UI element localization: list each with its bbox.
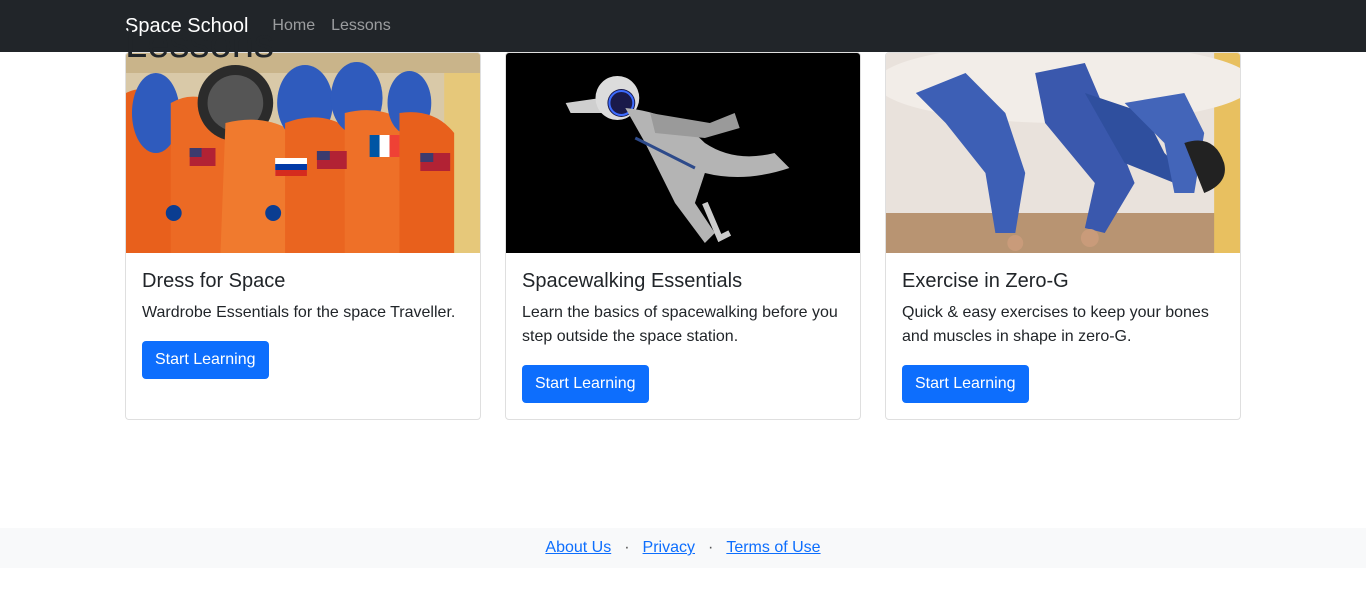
footer-link-privacy[interactable]: Privacy <box>643 539 695 557</box>
card-body: Spacewalking Essentials Learn the basics… <box>506 253 860 419</box>
lesson-card: Dress for Space Wardrobe Essentials for … <box>125 52 481 420</box>
footer-link-about-us[interactable]: About Us <box>545 539 611 557</box>
start-learning-button[interactable]: Start Learning <box>902 365 1029 403</box>
start-learning-button[interactable]: Start Learning <box>142 341 269 379</box>
card-list: Dress for Space Wardrobe Essentials for … <box>125 52 1241 420</box>
zero-g-image <box>886 53 1240 253</box>
footer: About Us · Privacy · Terms of Use <box>0 528 1366 568</box>
start-learning-button[interactable]: Start Learning <box>522 365 649 403</box>
nav-link-home[interactable]: Home <box>272 17 315 35</box>
card-body: Dress for Space Wardrobe Essentials for … <box>126 253 480 395</box>
lesson-card: Exercise in Zero-G Quick & easy exercise… <box>885 52 1241 420</box>
page-title: Lessons <box>125 22 274 66</box>
nav-link-lessons[interactable]: Lessons <box>331 17 391 35</box>
footer-link-terms-of-use[interactable]: Terms of Use <box>726 539 820 557</box>
card-title: Dress for Space <box>142 270 286 292</box>
card-text: Learn the basics of spacewalking before … <box>522 304 838 345</box>
lesson-card: Spacewalking Essentials Learn the basics… <box>505 52 861 420</box>
card-text: Quick & easy exercises to keep your bone… <box>902 304 1209 345</box>
footer-separator: · <box>624 539 630 556</box>
spacesuits-image <box>126 53 480 253</box>
card-title: Spacewalking Essentials <box>522 270 743 292</box>
main-container: Lessons Dress for Space Wardrobe Essenti… <box>125 22 1241 420</box>
footer-separator: · <box>708 539 714 556</box>
card-body: Exercise in Zero-G Quick & easy exercise… <box>886 253 1240 419</box>
card-text: Wardrobe Essentials for the space Travel… <box>142 304 456 321</box>
astronaut-image <box>506 53 860 253</box>
card-title: Exercise in Zero-G <box>902 270 1069 292</box>
